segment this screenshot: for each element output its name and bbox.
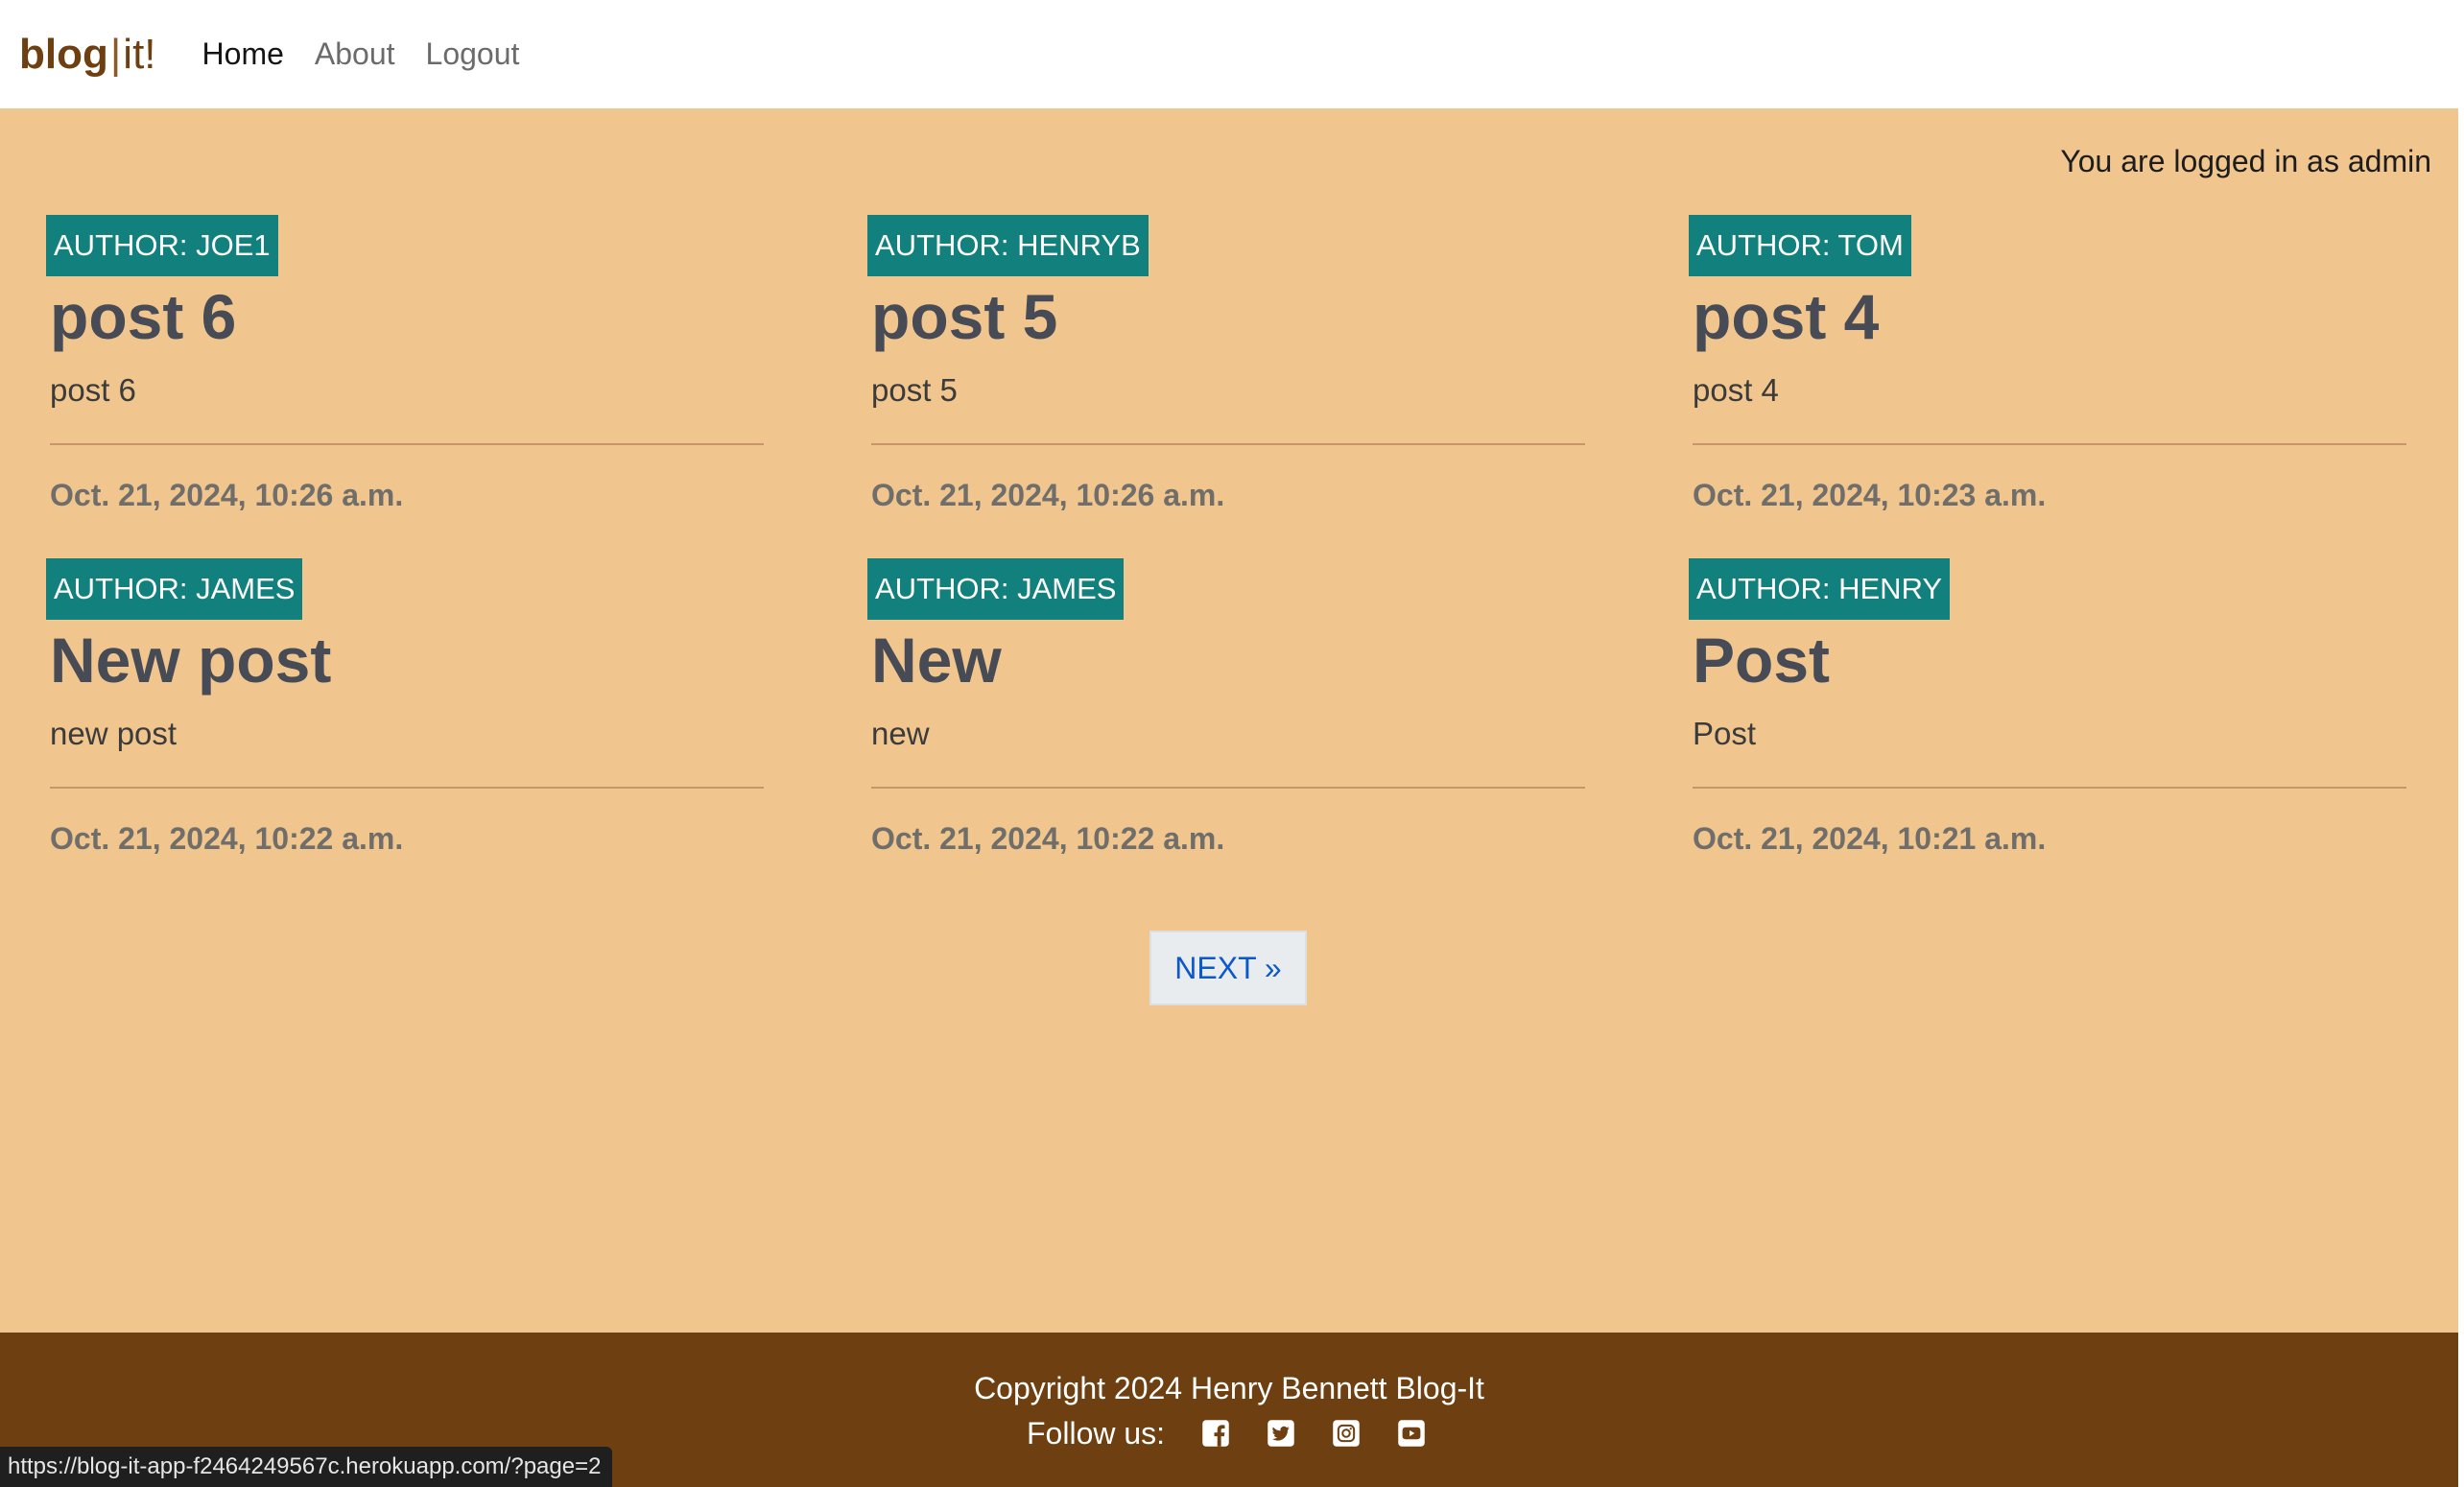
youtube-icon[interactable] xyxy=(1397,1419,1426,1448)
follow-label: Follow us: xyxy=(1027,1416,1166,1451)
post-divider xyxy=(871,787,1585,789)
post-date: Oct. 21, 2024, 10:26 a.m. xyxy=(50,478,404,512)
post-date: Oct. 21, 2024, 10:22 a.m. xyxy=(50,821,404,856)
post-card: AUTHOR: HENRY Post Post Oct. 21, 2024, 1… xyxy=(1689,558,2406,860)
post-card: AUTHOR: HENRYB post 5 post 5 Oct. 21, 20… xyxy=(867,215,1585,516)
brand-rest-text: it! xyxy=(123,30,156,78)
twitter-icon[interactable] xyxy=(1267,1419,1295,1448)
author-badge: AUTHOR: JAMES xyxy=(46,558,303,620)
nav-home-link[interactable]: Home xyxy=(202,36,284,72)
author-badge: AUTHOR: JAMES xyxy=(867,558,1125,620)
nav-about-link[interactable]: About xyxy=(315,36,395,72)
status-bar-url: https://blog-it-app-f2464249567c.herokua… xyxy=(0,1447,613,1487)
navbar: blog | it! Home About Logout xyxy=(0,0,2458,108)
post-date: Oct. 21, 2024, 10:23 a.m. xyxy=(1693,478,2047,512)
post-date: Oct. 21, 2024, 10:26 a.m. xyxy=(871,478,1225,512)
window-edge xyxy=(2458,0,2464,1487)
nav-links: Home About Logout xyxy=(202,36,551,72)
follow-row: Follow us: xyxy=(1027,1414,1462,1452)
post-title-link[interactable]: post 4 xyxy=(1693,276,1879,357)
next-page-button[interactable]: NEXT » xyxy=(1149,931,1307,1005)
post-divider xyxy=(50,443,764,445)
author-badge: AUTHOR: HENRY xyxy=(1689,558,1951,620)
facebook-icon[interactable] xyxy=(1201,1419,1230,1448)
post-card: AUTHOR: JOE1 post 6 post 6 Oct. 21, 2024… xyxy=(46,215,764,516)
post-divider xyxy=(1693,787,2406,789)
post-excerpt: post 4 xyxy=(1693,372,1779,408)
post-divider xyxy=(1693,443,2406,445)
post-excerpt: new xyxy=(871,716,930,751)
post-date: Oct. 21, 2024, 10:22 a.m. xyxy=(871,821,1225,856)
post-card: AUTHOR: JAMES New new Oct. 21, 2024, 10:… xyxy=(867,558,1585,860)
author-badge: AUTHOR: TOM xyxy=(1689,215,1911,276)
nav-logout-link[interactable]: Logout xyxy=(426,36,520,72)
instagram-icon[interactable] xyxy=(1332,1419,1361,1448)
author-badge: AUTHOR: HENRYB xyxy=(867,215,1149,276)
post-divider xyxy=(50,787,764,789)
brand-bold-text: blog xyxy=(19,30,108,78)
footer-copyright: Copyright 2024 Henry Bennett Blog-It xyxy=(974,1371,1484,1405)
author-badge: AUTHOR: JOE1 xyxy=(46,215,278,276)
brand-logo[interactable]: blog | it! xyxy=(19,31,156,79)
post-card: AUTHOR: JAMES New post new post Oct. 21,… xyxy=(46,558,764,860)
post-date: Oct. 21, 2024, 10:21 a.m. xyxy=(1693,821,2047,856)
brand-separator: | xyxy=(109,30,122,78)
page: blog | it! Home About Logout You are logge… xyxy=(0,0,2464,1487)
post-title-link[interactable]: New xyxy=(871,620,1002,700)
post-divider xyxy=(871,443,1585,445)
post-title-link[interactable]: post 6 xyxy=(50,276,236,357)
posts-grid: AUTHOR: JOE1 post 6 post 6 Oct. 21, 2024… xyxy=(46,215,2416,860)
post-title-link[interactable]: Post xyxy=(1693,620,1830,700)
post-excerpt: post 6 xyxy=(50,372,136,408)
login-status: You are logged in as admin xyxy=(2060,144,2431,178)
post-card: AUTHOR: TOM post 4 post 4 Oct. 21, 2024,… xyxy=(1689,215,2406,516)
post-excerpt: new post xyxy=(50,716,178,751)
post-title-link[interactable]: post 5 xyxy=(871,276,1057,357)
post-title-link[interactable]: New post xyxy=(50,620,331,700)
post-excerpt: post 5 xyxy=(871,372,958,408)
post-excerpt: Post xyxy=(1693,716,1757,751)
